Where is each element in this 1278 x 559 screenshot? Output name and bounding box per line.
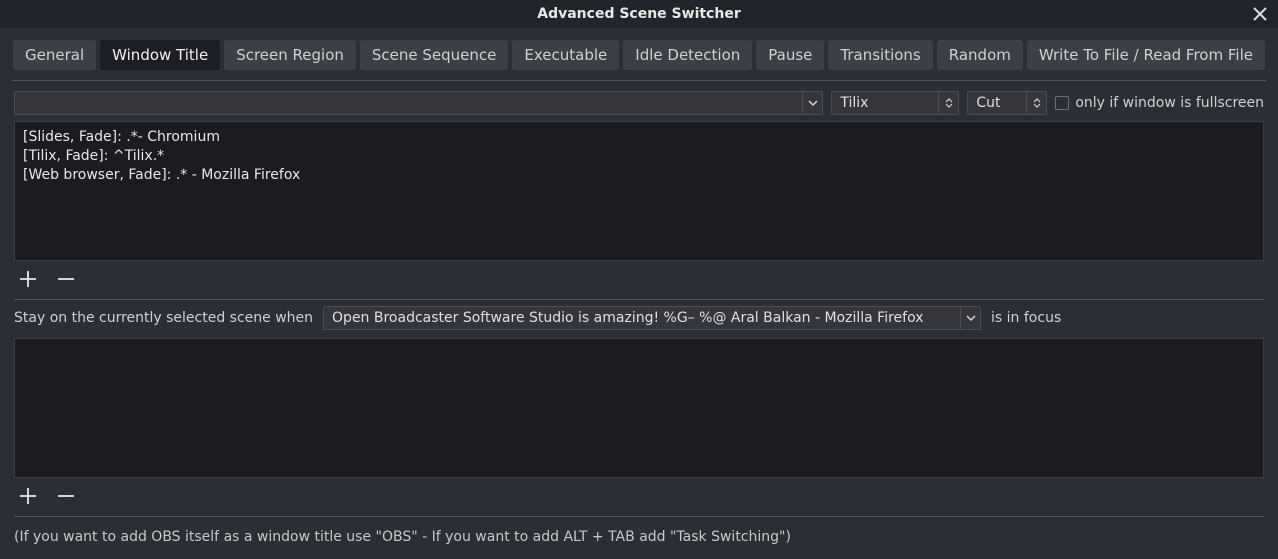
transition-select-value: Cut xyxy=(968,95,1026,111)
tab-pause[interactable]: Pause xyxy=(756,40,824,70)
stay-buttons xyxy=(14,478,1264,516)
stay-window-select[interactable]: Open Broadcaster Software Studio is amaz… xyxy=(323,306,981,330)
fullscreen-label: only if window is fullscreen xyxy=(1075,95,1264,111)
tab-write-read-file[interactable]: Write To File / Read From File xyxy=(1027,40,1265,70)
divider xyxy=(14,516,1264,517)
scene-select-value: Tilix xyxy=(832,95,938,111)
divider xyxy=(14,299,1264,300)
fullscreen-checkbox-wrap: only if window is fullscreen xyxy=(1055,95,1264,111)
tab-random[interactable]: Random xyxy=(937,40,1023,70)
rules-list[interactable]: [Slides, Fade]: .*- Chromium [Tilix, Fad… xyxy=(14,121,1264,261)
tab-window-title[interactable]: Window Title xyxy=(100,40,220,70)
stay-window-value: Open Broadcaster Software Studio is amaz… xyxy=(324,310,960,326)
add-rule-button[interactable] xyxy=(18,269,38,289)
plus-icon xyxy=(18,486,38,506)
remove-stay-button[interactable] xyxy=(56,486,76,506)
chevron-down-icon xyxy=(960,307,980,329)
chevron-down-icon xyxy=(802,92,822,114)
hint-text: (If you want to add OBS itself as a wind… xyxy=(14,525,1264,545)
tab-idle-detection[interactable]: Idle Detection xyxy=(623,40,752,70)
tab-bar: General Window Title Screen Region Scene… xyxy=(0,28,1278,80)
fullscreen-checkbox[interactable] xyxy=(1055,96,1069,110)
remove-rule-button[interactable] xyxy=(56,269,76,289)
tab-transitions[interactable]: Transitions xyxy=(828,40,932,70)
close-button[interactable] xyxy=(1248,2,1272,26)
scene-select[interactable]: Tilix xyxy=(831,91,959,115)
stay-list[interactable] xyxy=(14,338,1264,478)
window-select[interactable] xyxy=(14,91,823,115)
window-title: Advanced Scene Switcher xyxy=(537,6,740,22)
tab-executable[interactable]: Executable xyxy=(512,40,619,70)
tab-scene-sequence[interactable]: Scene Sequence xyxy=(360,40,509,70)
updown-icon xyxy=(1026,92,1046,114)
minus-icon xyxy=(56,486,76,506)
controls-row: Tilix Cut only if window is fullscreen xyxy=(14,91,1264,115)
list-item[interactable]: [Slides, Fade]: .*- Chromium xyxy=(23,128,1255,147)
stay-prefix-label: Stay on the currently selected scene whe… xyxy=(14,310,313,326)
tab-general[interactable]: General xyxy=(13,40,96,70)
list-item[interactable]: [Tilix, Fade]: ^Tilix.* xyxy=(23,147,1255,166)
updown-icon xyxy=(938,92,958,114)
titlebar: Advanced Scene Switcher xyxy=(0,0,1278,28)
minus-icon xyxy=(56,269,76,289)
transition-select[interactable]: Cut xyxy=(967,91,1047,115)
list-item[interactable]: [Web browser, Fade]: .* - Mozilla Firefo… xyxy=(23,166,1255,185)
tab-screen-region[interactable]: Screen Region xyxy=(224,40,356,70)
close-icon xyxy=(1253,7,1267,21)
rules-buttons xyxy=(14,261,1264,299)
plus-icon xyxy=(18,269,38,289)
stay-suffix-label: is in focus xyxy=(991,310,1061,326)
tab-content: Tilix Cut only if window is fullscreen [… xyxy=(0,81,1278,559)
add-stay-button[interactable] xyxy=(18,486,38,506)
stay-row: Stay on the currently selected scene whe… xyxy=(14,306,1264,330)
